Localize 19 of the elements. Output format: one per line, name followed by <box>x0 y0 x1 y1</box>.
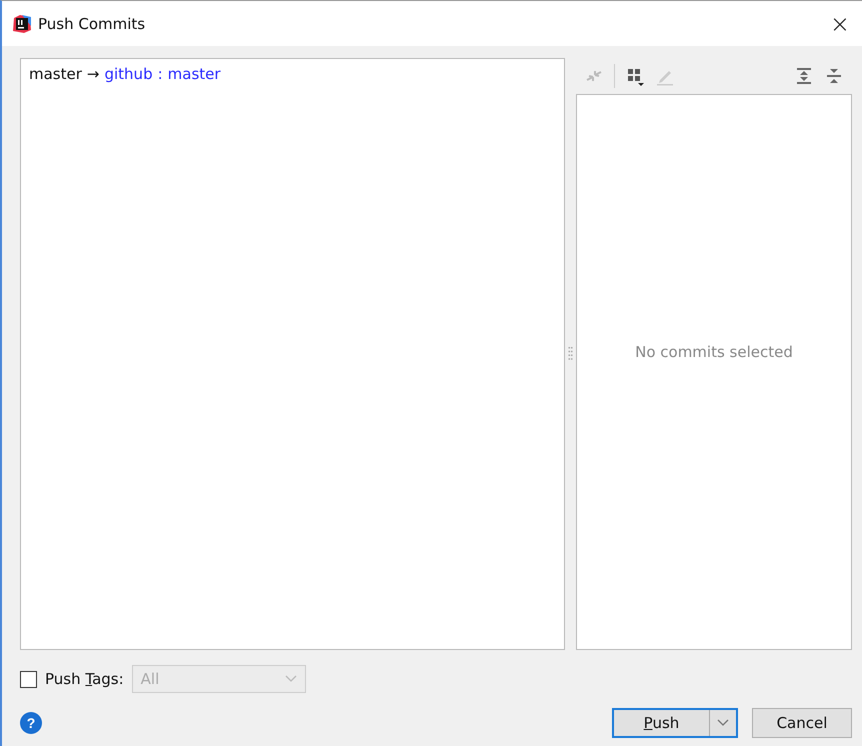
help-button[interactable]: ? <box>20 712 42 734</box>
chevron-down-icon <box>284 675 297 683</box>
push-tags-label: Push Tags: <box>45 670 124 688</box>
expand-all-icon[interactable] <box>794 66 814 86</box>
arrow-text: → <box>86 65 100 83</box>
grid-dropdown-icon[interactable] <box>625 66 645 86</box>
remote-branch[interactable]: master <box>168 65 221 83</box>
separator-text: : <box>158 65 163 83</box>
remote-name[interactable]: github <box>104 65 153 83</box>
cancel-button[interactable]: Cancel <box>752 708 852 738</box>
local-branch: master <box>29 65 82 83</box>
app-logo-icon <box>12 14 32 34</box>
close-button[interactable]: × <box>824 12 856 36</box>
collapse-all-icon[interactable] <box>824 66 844 86</box>
splitter-handle[interactable] <box>568 346 573 362</box>
chevron-down-icon <box>717 719 729 727</box>
window-title: Push Commits <box>38 14 146 32</box>
empty-message: No commits selected <box>635 343 793 361</box>
push-tags-checkbox[interactable] <box>20 670 37 688</box>
